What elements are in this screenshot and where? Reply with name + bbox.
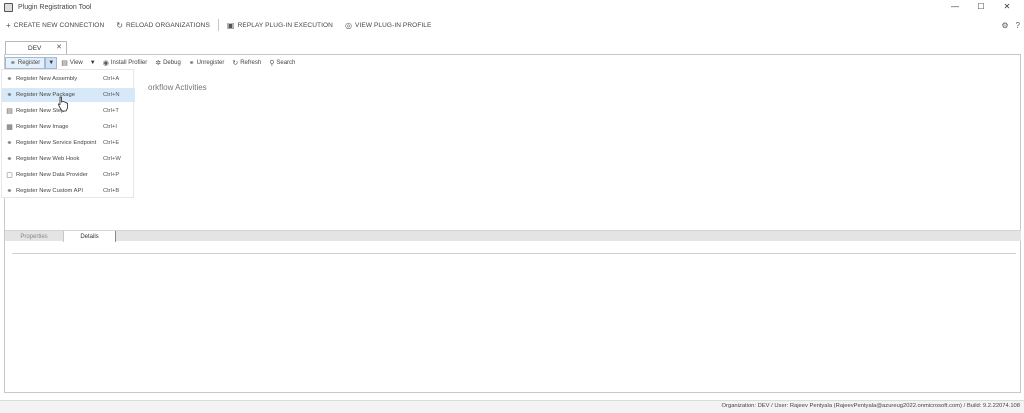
menu-item-register-custom-api[interactable]: ⚭ Register New Custom API Ctrl+B (2, 184, 135, 198)
replay-plugin-button[interactable]: ▣ REPLAY PLUG-IN EXECUTION (221, 16, 339, 34)
settings-icon[interactable]: ⚙ (1001, 21, 1008, 30)
main-toolbar: + CREATE NEW CONNECTION ↻ RELOAD ORGANIZ… (0, 16, 1024, 34)
service-endpoint-icon: ⚭ (6, 140, 13, 147)
reload-organizations-button[interactable]: ↻ RELOAD ORGANIZATIONS (110, 16, 216, 34)
reload-icon: ↻ (116, 20, 124, 30)
tab-details[interactable]: Details (63, 231, 116, 242)
view-label: View (69, 60, 83, 66)
menu-item-label: Register New Image (16, 124, 69, 130)
details-panel-body (12, 242, 1016, 254)
close-window-button[interactable]: ✕ (994, 0, 1020, 14)
menu-item-shortcut: Ctrl+P (103, 172, 120, 178)
replay-plugin-label: REPLAY PLUG-IN EXECUTION (237, 21, 333, 29)
web-hook-icon: ⚭ (6, 156, 13, 163)
status-text: Organization: DEV / User: Rajeev Pentyal… (721, 403, 1020, 409)
toolbar-separator (217, 19, 219, 31)
debug-label: Debug (163, 60, 181, 66)
window-title: Plugin Registration Tool (18, 3, 92, 11)
menu-item-shortcut: Ctrl+T (103, 108, 119, 114)
search-label: Search (276, 60, 296, 66)
assembly-icon: ⚭ (6, 76, 13, 83)
menu-item-shortcut: Ctrl+W (103, 156, 121, 162)
mouse-cursor-icon (57, 96, 68, 112)
create-connection-button[interactable]: + CREATE NEW CONNECTION (0, 16, 110, 34)
app-icon (4, 2, 13, 12)
maximize-button[interactable]: ☐ (968, 0, 994, 14)
reload-organizations-label: RELOAD ORGANIZATIONS (126, 21, 210, 29)
menu-item-shortcut: Ctrl+E (103, 140, 120, 146)
install-profiler-button[interactable]: ◉ Install Profiler (99, 57, 151, 69)
register-button[interactable]: ⚭ Register (5, 57, 46, 69)
menu-item-shortcut: Ctrl+B (103, 188, 120, 194)
view-plugin-profile-button[interactable]: ◎ VIEW PLUG-IN PROFILE (339, 16, 438, 34)
menu-item-register-service-endpoint[interactable]: ⚭ Register New Service Endpoint Ctrl+E (2, 136, 135, 150)
image-icon: ▦ (6, 124, 13, 131)
register-icon: ⚭ (10, 60, 16, 67)
debug-button[interactable]: ✲ Debug (151, 57, 185, 69)
create-connection-label: CREATE NEW CONNECTION (13, 21, 105, 29)
minimize-button[interactable]: — (942, 0, 968, 14)
menu-item-label: Register New Custom API (16, 188, 84, 194)
tab-properties[interactable]: Properties (5, 231, 63, 242)
view-icon: ▤ (61, 60, 68, 67)
package-icon: ⚭ (6, 92, 13, 99)
tree-view-text: orkflow Activities (148, 83, 207, 92)
register-label: Register (17, 60, 41, 66)
menu-item-register-web-hook[interactable]: ⚭ Register New Web Hook Ctrl+W (2, 152, 135, 166)
menu-item-shortcut: Ctrl+N (103, 92, 120, 98)
chevron-down-icon: ▼ (89, 60, 96, 66)
toolbar-right: ⚙ ? (994, 16, 1020, 34)
view-button[interactable]: ▤ View (57, 57, 87, 69)
search-button[interactable]: ⚲ Search (265, 57, 299, 69)
register-menu: ⚭ Register New Assembly Ctrl+A ⚭ Registe… (1, 69, 135, 198)
unregister-button[interactable]: ⚭ Unregister (185, 57, 229, 69)
data-provider-icon: ▢ (6, 172, 13, 179)
menu-item-label: Register New Web Hook (16, 156, 80, 162)
step-icon: ▤ (6, 108, 13, 115)
menu-item-register-data-provider[interactable]: ▢ Register New Data Provider Ctrl+P (2, 168, 135, 182)
connection-toolbar: ⚭ Register ▼ ▤ View ▼ ◉ Install Profiler… (5, 57, 299, 69)
replay-icon: ▣ (226, 20, 235, 30)
register-dropdown-button[interactable]: ▼ (45, 57, 58, 69)
work-area (4, 54, 1021, 393)
menu-item-register-assembly[interactable]: ⚭ Register New Assembly Ctrl+A (2, 72, 135, 86)
title-bar: Plugin Registration Tool — ☐ ✕ (0, 0, 1024, 14)
refresh-label: Refresh (240, 60, 262, 66)
view-dropdown-button[interactable]: ▼ (87, 57, 99, 69)
profile-icon: ◎ (344, 20, 353, 30)
menu-item-shortcut: Ctrl+A (103, 76, 120, 82)
menu-item-label: Register New Data Provider (16, 172, 88, 178)
close-icon[interactable]: ✕ (56, 43, 62, 51)
custom-api-icon: ⚭ (6, 188, 13, 195)
window-controls: — ☐ ✕ (942, 0, 1020, 14)
tab-dev-label: DEV (28, 45, 42, 52)
search-icon: ⚲ (269, 60, 275, 67)
debug-icon: ✲ (155, 60, 162, 67)
connection-tabs: DEV ✕ (5, 41, 67, 55)
status-bar: Organization: DEV / User: Rajeev Pentyal… (0, 400, 1024, 413)
unregister-icon: ⚭ (188, 60, 195, 67)
refresh-button[interactable]: ↻ Refresh (228, 57, 265, 69)
help-icon[interactable]: ? (1016, 21, 1020, 30)
view-plugin-profile-label: VIEW PLUG-IN PROFILE (355, 21, 432, 29)
menu-item-label: Register New Assembly (16, 76, 78, 82)
menu-item-register-image[interactable]: ▦ Register New Image Ctrl+I (2, 120, 135, 134)
details-panel-tabs: Properties Details (5, 230, 1021, 242)
plus-icon: + (6, 20, 11, 30)
menu-item-label: Register New Service Endpoint (16, 140, 97, 146)
menu-item-shortcut: Ctrl+I (103, 124, 118, 130)
unregister-label: Unregister (196, 60, 225, 66)
refresh-icon: ↻ (232, 60, 239, 67)
install-profiler-label: Install Profiler (110, 60, 148, 66)
profiler-icon: ◉ (102, 60, 109, 67)
tab-dev[interactable]: DEV ✕ (5, 41, 67, 55)
chevron-down-icon: ▼ (48, 60, 55, 66)
